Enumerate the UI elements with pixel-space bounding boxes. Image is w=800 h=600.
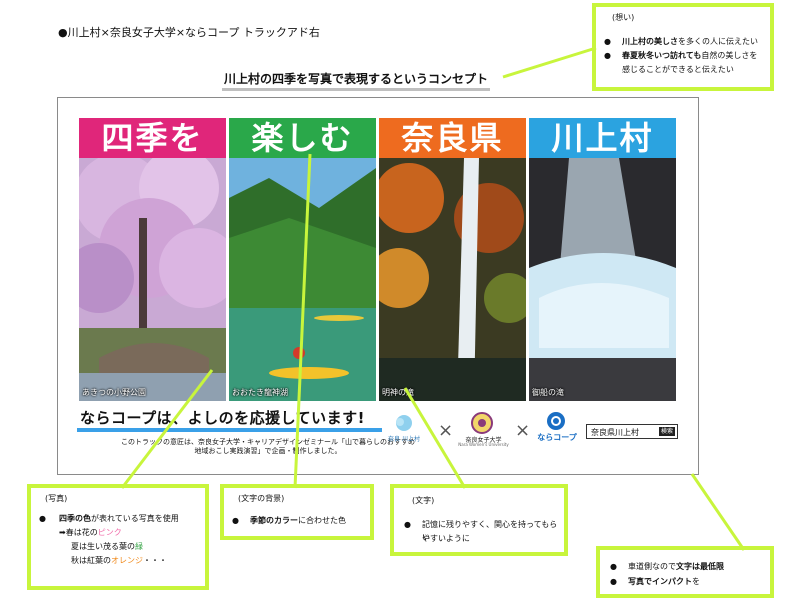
- connector-background: [293, 153, 312, 489]
- connector-photo: [120, 369, 214, 489]
- connector-text: [403, 387, 467, 489]
- connector-thought: [502, 46, 597, 79]
- connector-lines: [120, 46, 746, 551]
- connector-road: [690, 473, 746, 551]
